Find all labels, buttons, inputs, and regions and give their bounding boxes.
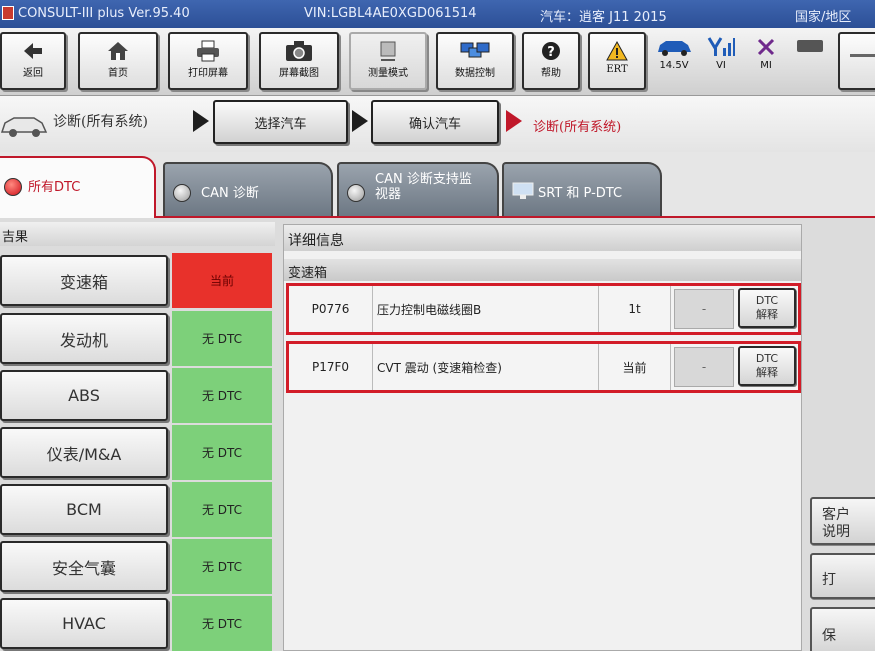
warning-icon xyxy=(606,40,628,61)
status-badge: 无 DTC xyxy=(172,311,272,366)
signal-icon xyxy=(707,37,735,56)
breadcrumb-current-arrow-icon xyxy=(506,110,522,132)
disconnected-icon xyxy=(757,38,775,56)
region-label: 国家/地区 xyxy=(795,10,852,25)
car-diagnosis-icon xyxy=(0,117,48,137)
detail-system-label: 变速箱 xyxy=(284,259,801,281)
dtc-status: 当前 xyxy=(599,344,671,390)
system-row: BCM 无 DTC xyxy=(0,481,275,538)
system-button-bcm[interactable]: BCM xyxy=(0,484,168,535)
results-header: 吉果 xyxy=(0,222,275,246)
dtc-code: P17F0 xyxy=(289,344,373,390)
ert-button[interactable]: ERT xyxy=(588,32,646,90)
printer-icon xyxy=(197,40,219,62)
status-badge: 无 DTC xyxy=(172,368,272,423)
data-control-icon xyxy=(460,42,490,58)
toolbar: 返回 首页 打印屏幕 屏幕截图 测量模式 数据控制 ? 帮助 ERT 14.5V… xyxy=(0,28,875,96)
home-button[interactable]: 首页 xyxy=(78,32,158,90)
menu-icon xyxy=(850,54,875,57)
camera-icon xyxy=(286,41,312,61)
detail-header: 详细信息 xyxy=(284,225,801,251)
menu-button[interactable] xyxy=(838,32,875,90)
system-row: 安全气囊 无 DTC xyxy=(0,538,275,595)
vi-status: VI xyxy=(704,36,738,71)
status-badge: 当前 xyxy=(172,253,272,308)
tab-radio-icon xyxy=(4,178,22,196)
dtc-empty-cell: - xyxy=(674,347,734,387)
system-row: HVAC 无 DTC xyxy=(0,595,275,651)
status-badge: 无 DTC xyxy=(172,482,272,537)
back-arrow-icon xyxy=(24,43,42,59)
title-bar: CONSULT-III plus Ver.95.40 VIN:LGBL4AE0X… xyxy=(0,0,875,28)
car-icon xyxy=(658,41,691,56)
system-button-transmission[interactable]: 变速箱 xyxy=(0,255,168,306)
tab-can-diagnosis[interactable]: CAN 诊断 xyxy=(163,162,333,216)
system-row: 变速箱 当前 xyxy=(0,252,275,309)
dtc-row[interactable]: P0776 压力控制电磁线圈B 1t - DTC 解释 xyxy=(286,283,801,335)
breadcrumb-current: 诊断(所有系统) xyxy=(533,120,622,135)
status-badge: 无 DTC xyxy=(172,539,272,594)
system-button-engine[interactable]: 发动机 xyxy=(0,313,168,364)
system-row: ABS 无 DTC xyxy=(0,367,275,424)
system-button-meter[interactable]: 仪表/M&A xyxy=(0,427,168,478)
screenshot-button[interactable]: 屏幕截图 xyxy=(259,32,339,90)
system-row: 发动机 无 DTC xyxy=(0,310,275,367)
tab-radio-icon xyxy=(347,184,365,202)
svg-text:?: ? xyxy=(547,45,555,60)
detail-panel: 详细信息 变速箱 P0776 压力控制电磁线圈B 1t - DTC 解释 P17… xyxy=(283,224,802,651)
status-badge: 无 DTC xyxy=(172,596,272,651)
dtc-code: P0776 xyxy=(289,286,373,332)
tab-srt-p-dtc[interactable]: SRT 和 P-DTC xyxy=(502,162,662,216)
system-button-airbag[interactable]: 安全气囊 xyxy=(0,541,168,592)
tab-can-support-monitor[interactable]: CAN 诊断支持监 视器 xyxy=(337,162,499,216)
monitor-icon xyxy=(512,182,534,199)
dtc-explain-button[interactable]: DTC 解释 xyxy=(738,288,796,328)
print-screen-button[interactable]: 打印屏幕 xyxy=(168,32,248,90)
app-icon xyxy=(2,6,14,20)
dtc-empty-cell: - xyxy=(674,289,734,329)
tab-all-dtc[interactable]: 所有DTC xyxy=(0,156,156,218)
measure-icon xyxy=(380,41,396,61)
data-control-button[interactable]: 数据控制 xyxy=(436,32,514,90)
dtc-row[interactable]: P17F0 CVT 震动 (变速箱检查) 当前 - DTC 解释 xyxy=(286,341,801,393)
app-title: CONSULT-III plus Ver.95.40 xyxy=(18,6,190,21)
print-button[interactable]: 打 xyxy=(810,553,875,599)
dtc-description: 压力控制电磁线圈B xyxy=(373,286,599,332)
breadcrumb-arrow-icon xyxy=(193,110,209,132)
customer-explanation-button[interactable]: 客户 说明 xyxy=(810,497,875,545)
dtc-status: 1t xyxy=(599,286,671,332)
select-vehicle-button[interactable]: 选择汽车 xyxy=(213,100,348,144)
save-button[interactable]: 保 xyxy=(810,607,875,651)
back-button[interactable]: 返回 xyxy=(0,32,66,90)
breadcrumb: 诊断(所有系统) 选择汽车 确认汽车 诊断(所有系统) xyxy=(0,96,875,152)
status-badge: 无 DTC xyxy=(172,425,272,480)
home-icon xyxy=(108,42,128,60)
connector-status xyxy=(790,36,830,60)
breadcrumb-arrow-icon xyxy=(352,110,368,132)
breadcrumb-home[interactable]: 诊断(所有系统) xyxy=(53,111,148,131)
vehicle-label: 汽车：逍客 J11 2015 xyxy=(540,10,667,25)
help-icon: ? xyxy=(542,42,560,60)
confirm-vehicle-button[interactable]: 确认汽车 xyxy=(371,100,499,144)
mi-status: MI xyxy=(748,36,784,71)
dtc-description: CVT 震动 (变速箱检查) xyxy=(373,344,599,390)
system-button-abs[interactable]: ABS xyxy=(0,370,168,421)
help-button[interactable]: ? 帮助 xyxy=(522,32,580,90)
battery-status: 14.5V xyxy=(652,36,696,71)
tab-bar: 所有DTC CAN 诊断 CAN 诊断支持监 视器 SRT 和 P-DTC xyxy=(0,152,875,218)
system-row: 仪表/M&A 无 DTC xyxy=(0,424,275,481)
system-button-hvac[interactable]: HVAC xyxy=(0,598,168,649)
connector-icon xyxy=(797,40,823,52)
tab-radio-icon xyxy=(173,184,191,202)
measure-mode-button[interactable]: 测量模式 xyxy=(349,32,427,90)
vin-label: VIN:LGBL4AE0XGD061514 xyxy=(304,6,477,21)
dtc-explain-button[interactable]: DTC 解释 xyxy=(738,346,796,386)
